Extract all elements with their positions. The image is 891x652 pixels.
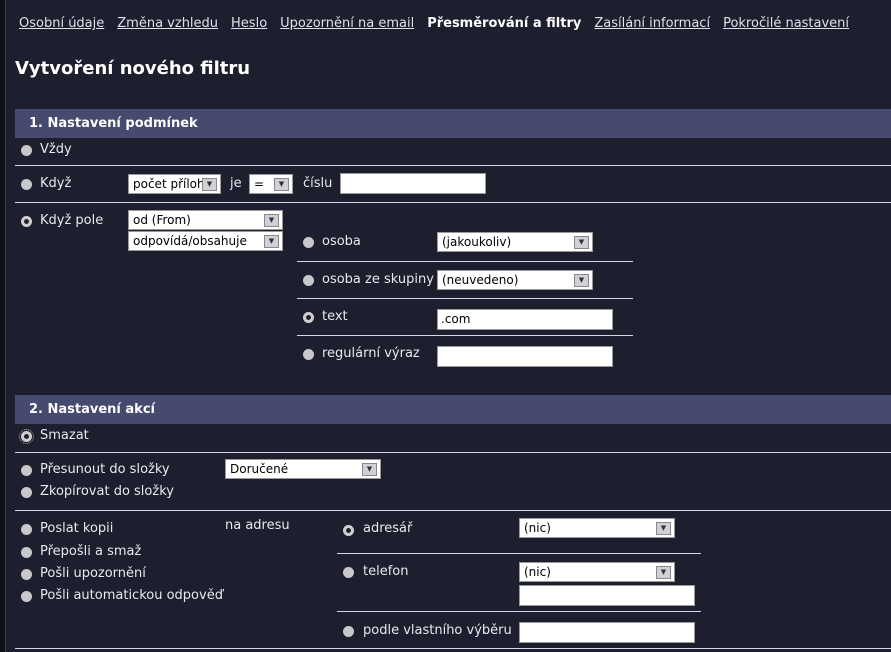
select-value: od (From) [133,213,191,227]
radio-custom[interactable] [343,626,354,637]
window-edge [0,0,6,652]
group-select[interactable]: (neuvedeno) ▼ [437,270,593,290]
chevron-down-icon: ▼ [574,236,589,249]
radio-addressbook[interactable] [343,525,354,536]
text-input[interactable]: .com [437,309,613,330]
page-title: Vytvoření nového filtru [15,58,251,79]
nav-presmerovani-active: Přesměrování a filtry [427,16,582,31]
divider [297,298,633,299]
nav-heslo[interactable]: Heslo [231,16,267,31]
select-value: (nic) [524,565,551,579]
label-regex: regulární výraz [322,346,420,361]
label-when-field: Když pole [40,213,104,228]
chevron-down-icon: ▼ [264,235,279,248]
radio-forward-delete[interactable] [21,547,32,558]
label-forward-delete: Přepošli a smaž [40,544,142,559]
chevron-down-icon: ▼ [656,566,671,579]
section-header-actions: 2. Nastavení akcí [15,395,891,424]
divider [337,611,701,612]
label-delete: Smazat [40,428,89,443]
divider [297,335,633,336]
divider [15,202,891,203]
divider [337,553,701,554]
chevron-down-icon: ▼ [574,274,589,287]
operator-select[interactable]: = ▼ [249,174,293,194]
divider [15,452,891,453]
label-autoreply: Pošli automatickou odpověď [40,588,223,603]
chevron-down-icon: ▼ [264,214,279,227]
person-select[interactable]: (jakoukoliv) ▼ [437,232,593,252]
divider [297,261,633,262]
select-value: počet příloh [133,177,205,191]
attachment-field-select[interactable]: počet příloh ▼ [128,174,221,194]
select-value: odpovídá/obsahuje [133,234,247,248]
label-to-address: na adresu [225,518,290,533]
radio-always[interactable] [21,145,32,156]
chevron-down-icon: ▼ [656,522,671,535]
label-notify: Pošli upozornění [40,566,146,581]
custom-input[interactable] [519,622,695,643]
label-copy: Zkopírovat do složky [40,484,174,499]
select-value: (jakoukoliv) [442,235,512,249]
select-value: Doručené [230,462,289,476]
radio-delete[interactable] [19,429,34,444]
header-field-select[interactable]: od (From) ▼ [128,210,283,230]
label-send-copy: Poslat kopii [40,521,114,536]
phone-select[interactable]: (nic) ▼ [519,562,675,582]
label-group: osoba ze skupiny [322,272,434,287]
radio-person[interactable] [303,237,314,248]
radio-phone[interactable] [343,567,354,578]
divider [15,165,891,166]
regex-input[interactable] [437,346,613,367]
label-custom: podle vlastního výběru [363,623,512,638]
select-value: (neuvedeno) [442,273,519,287]
radio-text[interactable] [303,312,314,323]
label-text: text [322,309,348,324]
nav-osobni-udaje[interactable]: Osobní údaje [19,16,104,31]
chevron-down-icon: ▼ [202,178,217,191]
radio-move[interactable] [21,465,32,476]
radio-notify[interactable] [21,569,32,580]
label-when: Když [40,176,72,191]
divider [15,510,891,511]
radio-when-field[interactable] [21,216,32,227]
label-person: osoba [322,234,361,249]
addressbook-select[interactable]: (nic) ▼ [519,518,675,538]
label-always: Vždy [40,142,72,157]
radio-group[interactable] [303,275,314,286]
select-value: = [254,177,265,191]
radio-regex[interactable] [303,349,314,360]
label-je: je [230,176,242,191]
radio-copy[interactable] [21,487,32,498]
settings-nav: Osobní údaje Změna vzhledu Heslo Upozornění… [19,16,862,31]
chevron-down-icon: ▼ [274,178,289,191]
folder-select[interactable]: Doručené ▼ [225,459,381,479]
nav-pokrocile[interactable]: Pokročilé nastavení [723,16,849,31]
number-input[interactable] [340,173,486,194]
match-type-select[interactable]: odpovídá/obsahuje ▼ [128,231,283,251]
label-cislu: číslu [303,176,333,191]
nav-zmena-vzhledu[interactable]: Změna vzhledu [117,16,218,31]
label-phone: telefon [363,564,409,579]
label-addressbook: adresář [363,521,413,536]
chevron-down-icon: ▼ [362,463,377,476]
select-value: (nic) [524,521,551,535]
section-header-conditions: 1. Nastavení podmínek [15,109,891,138]
nav-zasilani[interactable]: Zasílání informací [594,16,710,31]
divider [15,648,891,649]
radio-autoreply[interactable] [21,591,32,602]
label-move: Přesunout do složky [40,462,170,477]
radio-send-copy[interactable] [21,524,32,535]
nav-upozorneni[interactable]: Upozornění na email [280,16,414,31]
radio-when[interactable] [21,179,32,190]
phone-input[interactable] [519,585,695,606]
